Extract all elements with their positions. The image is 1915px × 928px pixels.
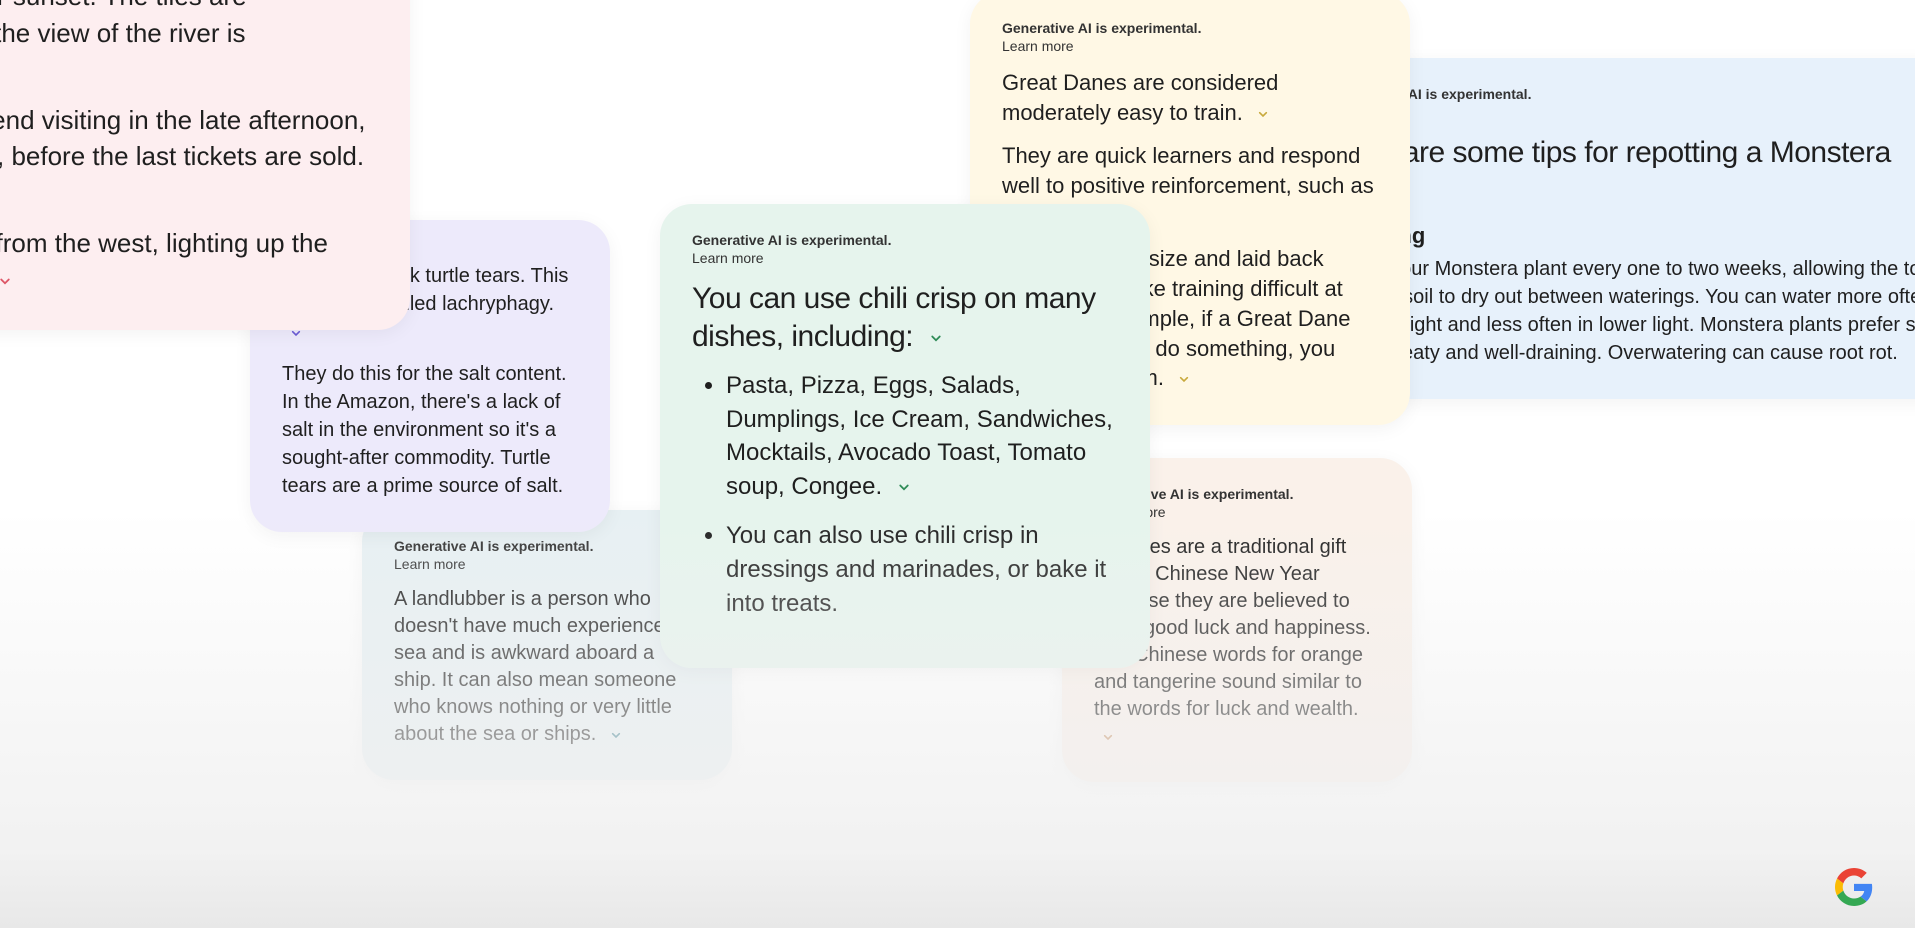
paragraph: They do this for the salt content. In th… — [282, 360, 578, 500]
chevron-down-icon[interactable] — [1176, 371, 1192, 387]
learn-more-link[interactable]: Learn more — [1332, 104, 1915, 120]
list-item: You can also use chili crisp in dressing… — [726, 519, 1118, 620]
paragraph: The sun shines from the west, lighting u… — [0, 225, 378, 298]
text: Others recommend visiting in the late af… — [0, 105, 366, 171]
google-logo-icon — [1835, 868, 1873, 906]
experimental-label: Generative AI is experimental. — [1332, 86, 1915, 102]
list-item: Pasta, Pizza, Eggs, Salads, Dumplings, I… — [726, 369, 1118, 503]
text: The sun shines from the west, lighting u… — [0, 228, 328, 294]
bullet-list: Pasta, Pizza, Eggs, Salads, Dumplings, I… — [692, 369, 1118, 620]
experimental-label: Generative AI is experimental. — [394, 538, 700, 554]
learn-more-link[interactable]: Learn more — [394, 556, 700, 572]
paragraph: Great Danes are considered moderately ea… — [1002, 68, 1378, 127]
chevron-down-icon[interactable] — [1100, 729, 1116, 745]
chevron-down-icon[interactable] — [895, 478, 913, 496]
chevron-down-icon[interactable] — [1255, 106, 1271, 122]
paragraph: A landlubber is a person who doesn't hav… — [394, 586, 700, 748]
experimental-label: Generative AI is experimental. — [692, 232, 1118, 248]
paragraph: Water your Monstera plant every one to t… — [1332, 255, 1915, 367]
paragraph: Others recommend visiting in the late af… — [0, 102, 378, 211]
learn-more-link[interactable]: Learn more — [1002, 38, 1378, 54]
text: A landlubber is a person who doesn't hav… — [394, 588, 687, 745]
chevron-down-icon[interactable] — [0, 272, 14, 290]
learn-more-link[interactable]: Learn more — [692, 250, 1118, 266]
text: Great Danes are considered moderately ea… — [1002, 70, 1278, 125]
text: Some say the best time to visit Wat Arun… — [0, 0, 304, 84]
text: Pasta, Pizza, Eggs, Salads, Dumplings, I… — [726, 372, 1113, 500]
paragraph: Some say the best time to visit Wat Arun… — [0, 0, 378, 88]
card-title: Here are some tips for repotting a Monst… — [1332, 134, 1915, 209]
card-subheading: Watering — [1332, 223, 1915, 249]
text: They do this for the salt content. In th… — [282, 363, 567, 497]
card-title: You can use chili crisp on many dishes, … — [692, 280, 1118, 355]
chevron-down-icon[interactable] — [927, 329, 945, 347]
card-wat-arun: Some say the best time to visit Wat Arun… — [0, 0, 410, 330]
text: You can also use chili crisp in dressing… — [726, 522, 1106, 616]
card-chili-crisp: Generative AI is experimental. Learn mor… — [660, 204, 1150, 668]
title-text: You can use chili crisp on many dishes, … — [692, 282, 1096, 353]
experimental-label: Generative AI is experimental. — [1002, 20, 1378, 36]
chevron-down-icon[interactable] — [608, 727, 624, 743]
